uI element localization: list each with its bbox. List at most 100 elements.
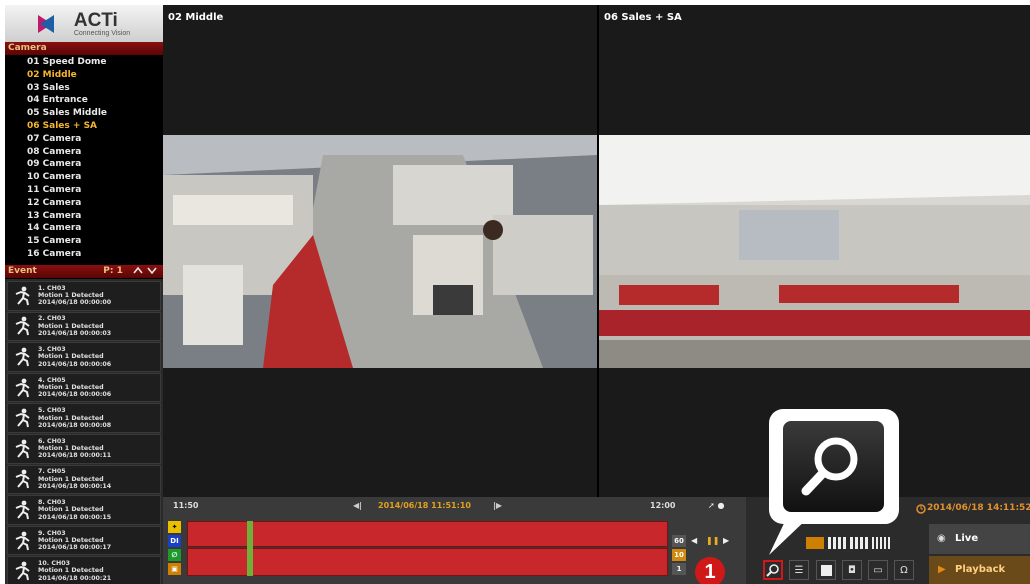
camera-list-item[interactable]: 05 Sales Middle	[27, 107, 163, 120]
event-page-label: P: 1	[103, 266, 123, 276]
acti-logo: ACTi Connecting Vision	[5, 5, 163, 42]
event-section-title: Event	[8, 266, 37, 276]
live-mode-button[interactable]: ◉ Live	[929, 524, 1030, 554]
camera-list-item[interactable]: 06 Sales + SA	[27, 120, 163, 133]
event-time: 2014/06/18 00:00:15	[38, 513, 112, 521]
event-time: 2014/06/18 00:00:17	[38, 544, 112, 552]
camera-list-item[interactable]: 03 Sales	[27, 82, 163, 95]
monitor-icon: ▭	[873, 564, 883, 576]
video-pane-left[interactable]: 02 Middle	[163, 5, 597, 497]
event-id: 5. CH03	[38, 407, 66, 415]
camera-list-item[interactable]: 04 Entrance	[27, 94, 163, 107]
pause-icon[interactable]: ❚❚	[706, 536, 719, 545]
event-message: Motion 1 Detected	[38, 292, 104, 300]
event-message: Motion 1 Detected	[38, 475, 104, 483]
event-id: 3. CH03	[38, 346, 66, 354]
playback-timeline[interactable]: 11:50 ◀| 2014/06/18 11:51:10 |▶ 12:00 ➚ …	[163, 497, 746, 584]
event-section-header: Event P: 1	[5, 265, 163, 278]
camera-list-item[interactable]: 10 Camera	[27, 171, 163, 184]
event-id: 1. CH03	[38, 284, 66, 292]
rewind-icon[interactable]: ◀	[691, 536, 697, 545]
camera-list-item[interactable]: 12 Camera	[27, 197, 163, 210]
link-icon[interactable]: ∅	[168, 549, 181, 561]
timeline-track[interactable]	[187, 548, 668, 576]
timeline-cursor[interactable]	[247, 521, 253, 576]
brand-name: ACTi	[73, 9, 118, 31]
speed-10[interactable]: 10	[672, 549, 686, 561]
event-list-item[interactable]: 8. CH03 Motion 1 Detected 2014/06/18 00:00…	[7, 495, 161, 525]
di-label[interactable]: DI	[168, 535, 181, 547]
event-list-item[interactable]: 5. CH03 Motion 1 Detected 2014/06/18 00:00…	[7, 403, 161, 433]
event-list-item[interactable]: 4. CH05 Motion 1 Detected 2014/06/18 00:00…	[7, 372, 161, 403]
camera-list-item[interactable]: 02 Middle	[27, 69, 163, 82]
camera-feed-middle	[163, 135, 597, 368]
running-man-icon	[15, 378, 30, 397]
audio-button[interactable]: Ω	[894, 560, 914, 580]
pin-icon[interactable]: ➚ ●	[708, 501, 724, 510]
timeline-current-time: 2014/06/18 11:51:10	[378, 501, 471, 510]
event-list-item[interactable]: 6. CH03 Motion 1 Detected 2014/06/18 00:00…	[7, 433, 161, 464]
camera-list-item[interactable]: 13 Camera	[27, 210, 163, 223]
event-list-item[interactable]: 3. CH03 Motion 1 Detected 2014/06/18 00:00…	[7, 342, 161, 372]
camera-icon: ◘	[848, 564, 856, 576]
tamper-icon[interactable]: ▣	[168, 563, 181, 575]
layout-4-icon[interactable]	[828, 537, 846, 549]
live-label: Live	[955, 533, 979, 544]
running-man-icon	[15, 561, 30, 581]
nvr-client-window: ACTi Connecting Vision Camera 01 Speed D…	[5, 5, 1030, 584]
event-time: 2014/06/18 00:00:21	[38, 574, 112, 582]
event-list-item[interactable]: 1. CH03 Motion 1 Detected 2014/06/18 00:00…	[7, 281, 161, 311]
camera-feed-sales-sa	[599, 135, 1030, 368]
search-icon	[766, 564, 779, 577]
brand-tagline: Connecting Vision	[73, 29, 131, 37]
eye-icon: ◉	[937, 533, 946, 544]
prev-frame-icon[interactable]: ◀|	[353, 501, 362, 510]
motion-event-icon[interactable]: ✦	[168, 521, 181, 533]
search-callout	[769, 409, 899, 555]
event-list-item[interactable]: 7. CH05 Motion 1 Detected 2014/06/18 00:00…	[7, 464, 161, 495]
search-callout-inner	[783, 421, 884, 512]
event-time: 2014/06/18 00:00:06	[38, 360, 112, 368]
camera-list-item[interactable]: 11 Camera	[27, 184, 163, 197]
camera-list-item[interactable]: 07 Camera	[27, 133, 163, 146]
playback-mode-button[interactable]: ▶ Playback	[929, 556, 1030, 584]
event-log-button[interactable]: ☰	[789, 560, 809, 580]
export-button[interactable]: ▭	[868, 560, 888, 580]
layout-16-icon[interactable]	[872, 537, 890, 549]
camera-list-item[interactable]: 09 Camera	[27, 158, 163, 171]
camera-list-item[interactable]: 16 Camera	[27, 248, 163, 261]
speed-60[interactable]: 60	[672, 535, 686, 547]
camera-list-item[interactable]: 01 Speed Dome	[27, 56, 163, 69]
play-icon[interactable]: ▶	[723, 536, 729, 545]
running-man-icon	[15, 439, 30, 458]
event-list-item[interactable]: 2. CH03 Motion 1 Detected 2014/06/18 00:00…	[7, 311, 161, 342]
search-button[interactable]	[763, 560, 783, 580]
event-id: 7. CH05	[38, 468, 66, 476]
camera-list-item[interactable]: 14 Camera	[27, 222, 163, 235]
snapshot-button[interactable]: ◘	[842, 560, 862, 580]
running-man-icon	[15, 408, 30, 428]
fullscreen-button[interactable]	[816, 560, 836, 580]
camera-list-item[interactable]: 08 Camera	[27, 146, 163, 159]
event-id: 2. CH03	[38, 315, 66, 323]
camera-list-item[interactable]: 15 Camera	[27, 235, 163, 248]
event-time: 2014/06/18 00:00:00	[38, 299, 112, 307]
event-list-item[interactable]: 9. CH03 Motion 1 Detected 2014/06/18 00:00…	[7, 525, 161, 556]
fullscreen-icon	[820, 564, 832, 576]
timeline-start: 11:50	[173, 501, 199, 510]
search-icon	[801, 437, 858, 496]
event-time: 2014/06/18 00:00:06	[38, 391, 112, 399]
camera-list: 01 Speed Dome 02 Middle 03 Sales 04 Entranc…	[5, 55, 163, 265]
event-list-item[interactable]: 10. CH03 Motion 1 Detected 2014/06/18 00:0…	[7, 556, 161, 584]
layout-9-icon[interactable]	[850, 537, 868, 549]
page-updown-icon[interactable]	[132, 266, 160, 275]
next-frame-icon[interactable]: |▶	[493, 501, 502, 510]
headset-icon: Ω	[900, 564, 908, 576]
system-clock: 2014/06/18 14:11:52	[927, 503, 1030, 513]
running-man-icon	[15, 531, 30, 550]
event-id: 9. CH03	[38, 529, 66, 537]
clock-icon	[916, 504, 926, 514]
timeline-track[interactable]	[187, 521, 668, 547]
speed-1[interactable]: 1	[672, 563, 686, 575]
event-id: 4. CH05	[38, 376, 66, 384]
